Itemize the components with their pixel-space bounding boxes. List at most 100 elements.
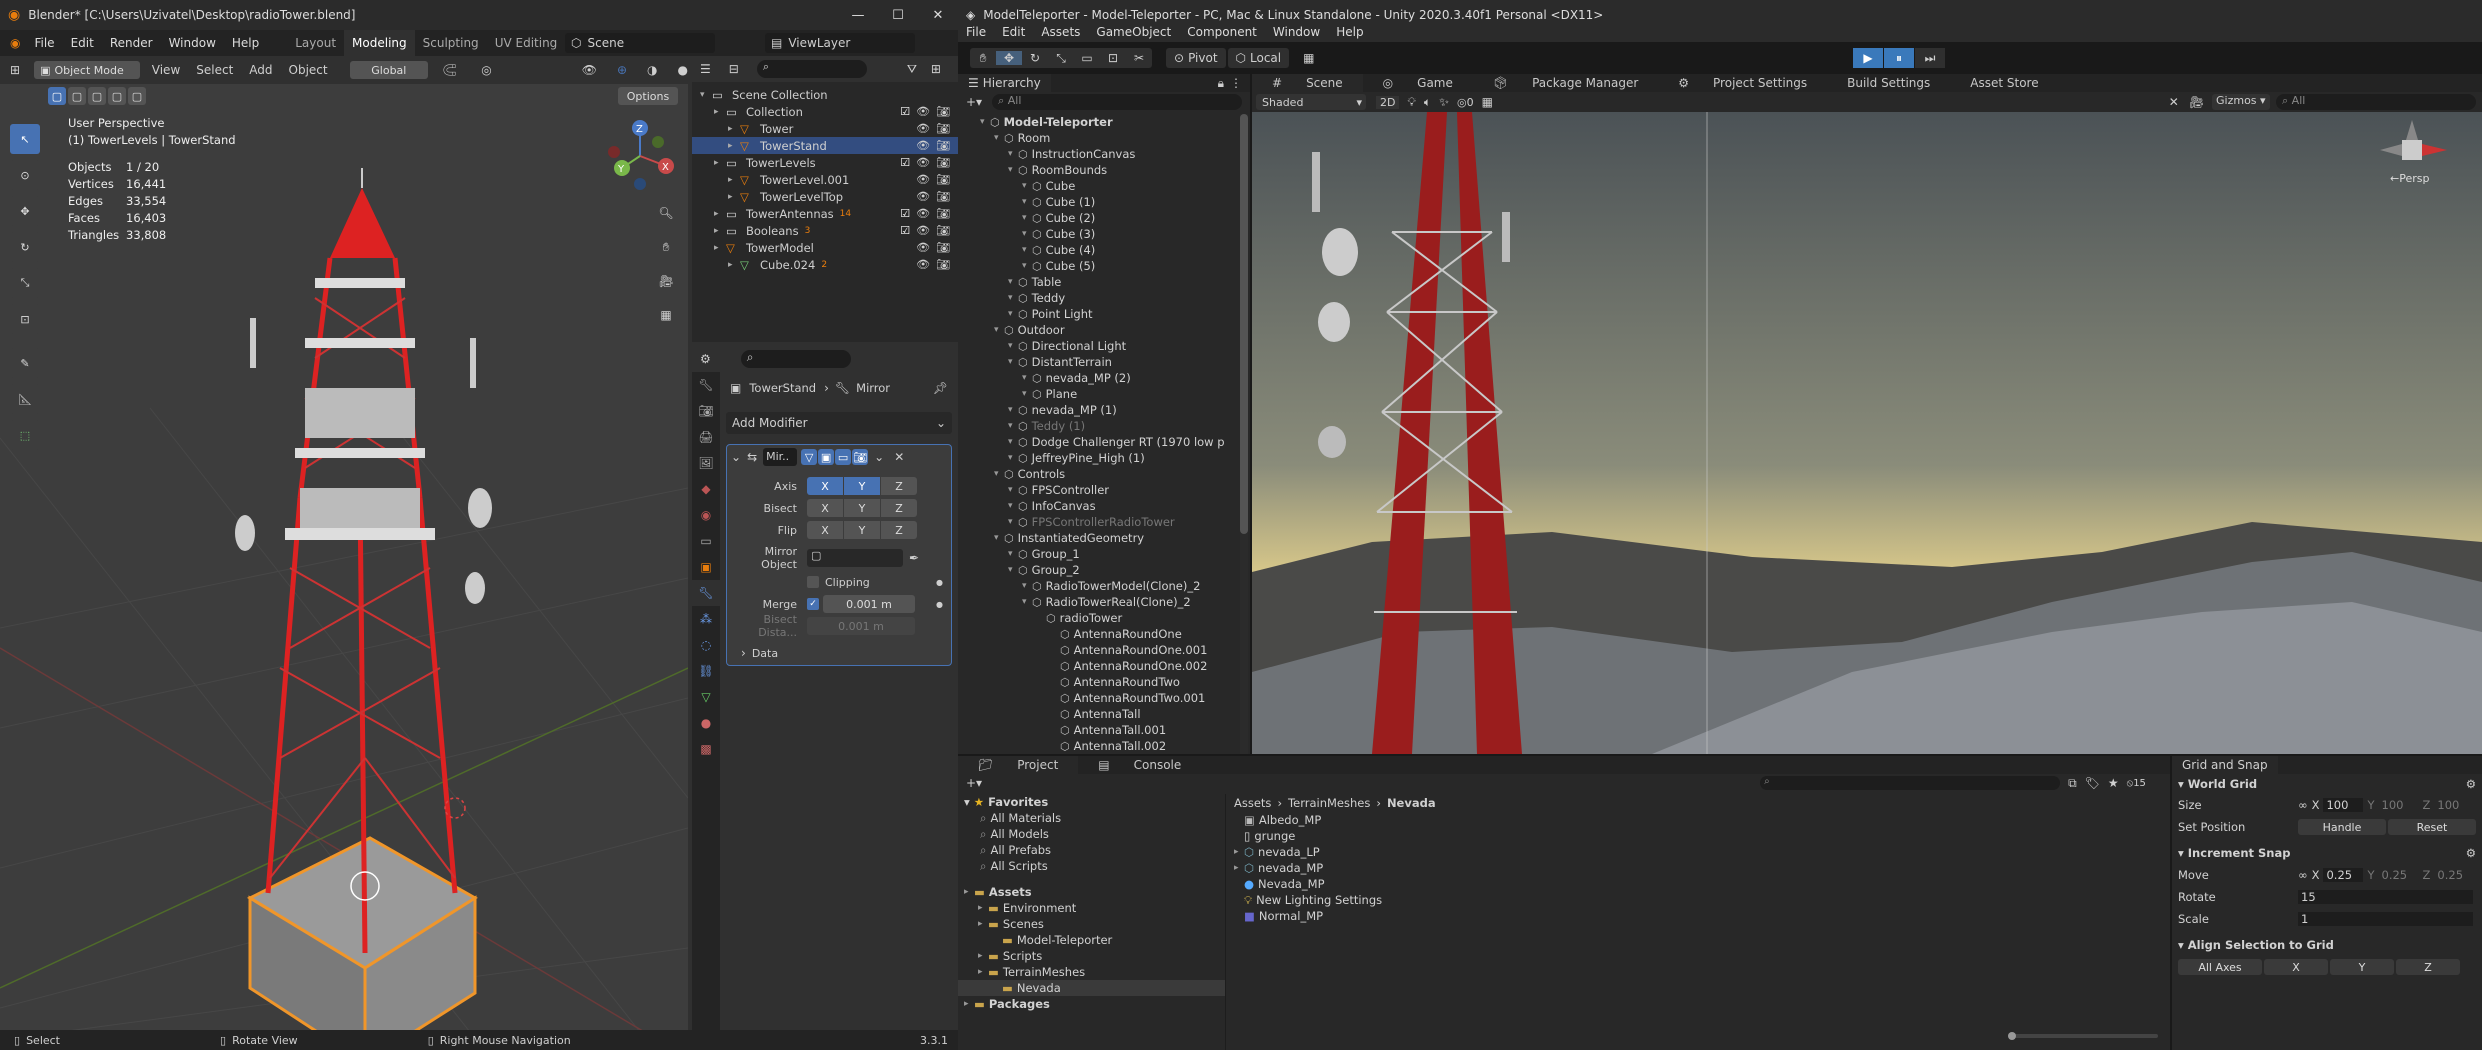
chevron-icon[interactable]: ▾ xyxy=(700,90,712,100)
link-icon[interactable]: ∞ xyxy=(2298,868,2308,882)
filter-icon[interactable]: ⛛ xyxy=(907,62,917,77)
outliner-item[interactable]: ▸ ▽ TowerStand 👁︎ 📷︎ xyxy=(692,137,958,154)
favorite-item[interactable]: ⌕ All Models xyxy=(958,826,1225,842)
tool-tab-icon[interactable]: 🔧︎ xyxy=(692,372,720,398)
expand-icon[interactable]: ▾ xyxy=(1008,421,1018,431)
scene-tab-scene[interactable]: # Scene xyxy=(1252,74,1363,92)
link-icon[interactable]: ∞ xyxy=(2298,798,2308,812)
axis-x-toggle[interactable]: X xyxy=(807,477,843,495)
axis-y-toggle[interactable]: Y xyxy=(844,477,880,495)
asset-file[interactable]: ■ Normal_MP xyxy=(1234,908,2170,924)
hierarchy-item[interactable]: ▾ ⬡ DistantTerrain xyxy=(958,354,1250,370)
custom-tool-icon[interactable]: ✂︎ xyxy=(1126,51,1152,65)
outliner-item[interactable]: ▸ ▽ Cube.024 2 👁︎ 📷︎ xyxy=(692,256,958,273)
hierarchy-item[interactable]: ⬡ AntennaRoundTwo.001 xyxy=(958,690,1250,706)
unity-menu-window[interactable]: Window xyxy=(1265,25,1328,39)
scene-tab-build-settings[interactable]: Build Settings xyxy=(1827,74,1950,92)
camera-icon[interactable]: 📷︎ xyxy=(936,258,950,271)
hierarchy-item[interactable]: ▾ ⬡ Room xyxy=(958,130,1250,146)
unity-menu-edit[interactable]: Edit xyxy=(994,25,1033,39)
scrollbar-thumb[interactable] xyxy=(1240,114,1248,534)
pan-hand-icon[interactable]: ✋︎ xyxy=(654,240,678,274)
rotate-tool-icon[interactable]: ↻ xyxy=(1022,51,1048,65)
audio-toggle-icon[interactable]: 🔈︎ xyxy=(1424,95,1431,110)
expand-icon[interactable]: ▾ xyxy=(1022,229,1032,239)
viewlayer-selector[interactable]: ▤ ViewLayer xyxy=(765,33,915,53)
menu-window[interactable]: Window xyxy=(161,36,224,50)
hierarchy-item[interactable]: ▾ ⬡ nevada_MP (2) xyxy=(958,370,1250,386)
workspace-tab-layout[interactable]: Layout xyxy=(287,30,344,56)
navigation-gizmo[interactable]: Z X Y xyxy=(600,116,680,196)
favorite-item[interactable]: ⌕ All Scripts xyxy=(958,858,1225,874)
hierarchy-item[interactable]: ▾ ⬡ InstantiatedGeometry xyxy=(958,530,1250,546)
expand-icon[interactable]: ▾ xyxy=(1008,517,1018,527)
properties-search[interactable]: ⌕ xyxy=(740,350,851,368)
expand-icon[interactable]: ▾ xyxy=(1008,293,1018,303)
bisect-z-toggle[interactable]: Z xyxy=(881,499,917,517)
checkbox-icon[interactable]: ☑ xyxy=(900,105,910,118)
chevron-icon[interactable]: ▸ xyxy=(714,243,726,253)
flip-z-toggle[interactable]: Z xyxy=(881,521,917,539)
hierarchy-search[interactable]: ⌕ All xyxy=(992,94,1243,110)
hierarchy-item[interactable]: ▾ ⬡ Table xyxy=(958,274,1250,290)
eye-icon[interactable]: 👁︎ xyxy=(916,156,930,169)
icon-size-slider[interactable] xyxy=(2008,1032,2158,1040)
chevron-down-icon[interactable]: ⌄ xyxy=(874,450,884,464)
new-collection-icon[interactable]: ⊞ xyxy=(931,62,941,76)
outliner-item[interactable]: ▾ ▭ Scene Collection xyxy=(692,86,958,103)
outliner-search[interactable]: ⌕ xyxy=(756,60,867,78)
hierarchy-item[interactable]: ⬡ AntennaTall.002 xyxy=(958,738,1250,754)
scene-tab-game[interactable]: ◎ Game xyxy=(1363,74,1473,92)
chevron-down-icon[interactable]: ⌄ xyxy=(731,450,741,464)
expand-icon[interactable]: ▾ xyxy=(1022,373,1032,383)
hierarchy-item[interactable]: ▾ ⬡ InstructionCanvas xyxy=(958,146,1250,162)
scene-viewport[interactable]: ←Persp xyxy=(1252,112,2482,754)
asset-file[interactable]: ▣ Albedo_MP xyxy=(1234,812,2170,828)
asset-folder[interactable]: ▸ ▬ Assets xyxy=(958,884,1225,900)
editor-type-icon[interactable]: ⊞ xyxy=(10,63,20,77)
hierarchy-item[interactable]: ▾ ⬡ RoomBounds xyxy=(958,162,1250,178)
chevron-icon[interactable]: ▸ xyxy=(728,192,740,202)
camera-icon[interactable]: 📷︎ xyxy=(936,207,950,220)
expand-icon[interactable]: ▾ xyxy=(1008,437,1018,447)
hierarchy-item[interactable]: ▾ ⬡ Plane xyxy=(958,386,1250,402)
expand-icon[interactable]: ▾ xyxy=(1022,213,1032,223)
hierarchy-item[interactable]: ⬡ AntennaTall.001 xyxy=(958,722,1250,738)
camera-settings-icon[interactable]: 🎥︎ xyxy=(2189,95,2204,109)
pause-button[interactable]: ⏸︎ xyxy=(1884,48,1914,68)
keyframe-dot-icon[interactable]: ● xyxy=(936,578,943,587)
hierarchy-item[interactable]: ▾ ⬡ RadioTowerReal(Clone)_2 xyxy=(958,594,1250,610)
chevron-icon[interactable]: ▸ xyxy=(714,107,726,117)
move-y-field[interactable]: 0.25 xyxy=(2379,868,2419,882)
tools-icon[interactable]: ✕ xyxy=(2169,95,2179,109)
mode-dropdown[interactable]: ▣ Object Mode xyxy=(34,61,140,79)
grid-toggle-icon[interactable]: ▦ xyxy=(1482,95,1493,109)
filter-label-icon[interactable]: 🏷︎ xyxy=(2085,776,2100,790)
outliner-item[interactable]: ▸ ▭ TowerAntennas 14 ☑ 👁︎ 📷︎ xyxy=(692,205,958,222)
eye-icon[interactable]: 👁︎ xyxy=(916,122,930,135)
hierarchy-item[interactable]: ⬡ AntennaTall xyxy=(958,706,1250,722)
physics-tab-icon[interactable]: ◌ xyxy=(692,632,720,658)
select-intersect-icon[interactable]: ▢ xyxy=(108,87,126,105)
unity-menu-component[interactable]: Component xyxy=(1179,25,1265,39)
outliner-display-icon[interactable]: ⊟ xyxy=(729,62,739,76)
expand-icon[interactable]: ▾ xyxy=(1022,245,1032,255)
expand-icon[interactable]: ▾ xyxy=(980,117,990,127)
select-tool-icon[interactable]: ↖ xyxy=(10,124,40,154)
move-x-field[interactable]: 0.25 xyxy=(2323,868,2364,882)
bisect-distance-field[interactable]: 0.001 m xyxy=(807,617,915,635)
asset-file[interactable]: 💡︎ New Lighting Settings xyxy=(1234,892,2170,908)
hierarchy-item[interactable]: ▾ ⬡ JeffreyPine_High (1) xyxy=(958,450,1250,466)
grid-snap-icon[interactable]: ▦ xyxy=(1303,51,1314,65)
merge-distance-field[interactable]: 0.001 m xyxy=(823,595,915,613)
editmode-icon[interactable]: ▽ xyxy=(801,449,818,465)
select-invert-icon[interactable]: ▢ xyxy=(128,87,146,105)
transform-tool-icon[interactable]: ⊡ xyxy=(10,304,40,334)
settings-gear-icon[interactable]: ⚙︎ xyxy=(2466,846,2476,860)
select-box-icon[interactable]: ▢ xyxy=(48,87,66,105)
asset-file[interactable]: ▯ grunge xyxy=(1234,828,2170,844)
eye-icon[interactable]: 👁︎ xyxy=(916,105,930,118)
expand-icon[interactable]: ▾ xyxy=(1008,453,1018,463)
favorite-icon[interactable]: ★ xyxy=(2108,776,2119,790)
scene-tab-package-manager[interactable]: 📦︎ Package Manager xyxy=(1473,74,1658,92)
